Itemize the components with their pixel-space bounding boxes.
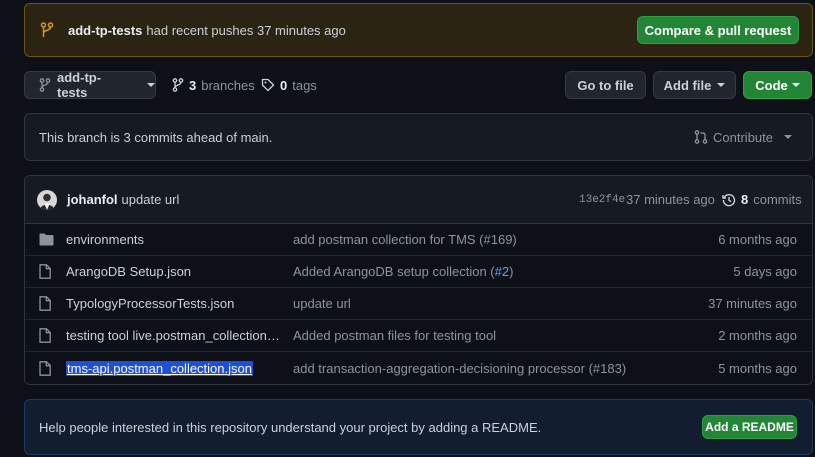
recent-push-banner: add-tp-tests had recent pushes 37 minutes… — [24, 3, 813, 57]
file-commit-message[interactable]: Added ArangoDB setup collection (#2) — [293, 264, 513, 279]
table-row: TypologyProcessorTests.json update url 3… — [25, 288, 812, 320]
file-commit-date: 2 months ago — [718, 328, 797, 343]
readme-prompt-message: Help people interested in this repositor… — [39, 419, 542, 435]
file-icon — [39, 360, 51, 376]
chevron-down-icon — [717, 83, 726, 87]
tag-icon — [261, 78, 275, 92]
file-commit-message-end: ) — [509, 264, 514, 279]
history-icon — [722, 193, 736, 207]
table-row: ArangoDB Setup.json Added ArangoDB setup… — [25, 256, 812, 288]
file-table: johanfol update url 13e2f4e 37 minutes a… — [24, 175, 813, 385]
file-name-link[interactable]: TypologyProcessorTests.json — [66, 296, 281, 311]
git-branch-icon — [172, 78, 184, 92]
contribute-dropdown[interactable]: Contribute — [694, 130, 792, 145]
avatar[interactable] — [37, 189, 57, 210]
add-readme-button[interactable]: Add a README — [702, 415, 797, 439]
repo-toolbar: add-tp-tests 3 branches 0 tags Go to fil… — [24, 70, 813, 100]
file-commit-message[interactable]: update url — [293, 296, 351, 311]
go-to-file-button[interactable]: Go to file — [565, 71, 646, 99]
file-name-link[interactable]: testing tool live.postman_collection.js.… — [66, 328, 281, 343]
file-name-link[interactable]: environments — [66, 232, 281, 247]
table-row: testing tool live.postman_collection.js.… — [25, 320, 812, 352]
commits-label: commits — [753, 192, 802, 207]
recent-push-message: add-tp-tests had recent pushes 37 minutes… — [68, 23, 346, 38]
file-commit-message[interactable]: add transaction-aggregation-decisioning … — [293, 361, 626, 376]
tags-label: tags — [292, 77, 317, 93]
tags-link[interactable]: 0 tags — [261, 71, 317, 99]
table-row: tms-api.postman_collection.json add tran… — [25, 352, 812, 384]
add-file-label: Add file — [663, 77, 712, 93]
table-row: environments add postman collection for … — [25, 224, 812, 256]
file-commit-date: 6 months ago — [718, 232, 797, 247]
branch-selector-label: add-tp-tests — [57, 70, 102, 100]
commits-count: 8 — [741, 192, 749, 207]
file-commit-message[interactable]: add postman collection for TMS (#169) — [293, 232, 517, 247]
pull-request-link[interactable]: #2 — [495, 264, 509, 279]
branches-count: 3 — [189, 77, 197, 93]
commits-history-link[interactable]: 8 commits — [722, 192, 802, 207]
chevron-down-icon — [791, 83, 800, 87]
branch-ahead-message: This branch is 3 commits ahead of main. — [39, 129, 273, 145]
branch-status-box: This branch is 3 commits ahead of main. … — [24, 113, 813, 161]
push-time-text: had recent pushes 37 minutes ago — [146, 22, 346, 38]
file-commit-date: 5 months ago — [718, 360, 797, 376]
commit-message[interactable]: update url — [122, 192, 180, 207]
chevron-down-icon — [147, 83, 155, 87]
latest-commit-bar: johanfol update url 13e2f4e 37 minutes a… — [25, 176, 812, 224]
git-branch-icon — [40, 22, 54, 38]
commit-time: 37 minutes ago — [626, 192, 715, 207]
branches-label: branches — [201, 77, 255, 93]
tags-count: 0 — [280, 77, 288, 93]
file-icon — [39, 296, 51, 311]
file-name-link-selected[interactable]: tms-api.postman_collection.json — [66, 360, 253, 376]
file-commit-message[interactable]: Added postman files for testing tool — [293, 328, 496, 343]
commit-sha[interactable]: 13e2f4e — [579, 194, 625, 206]
branches-link[interactable]: 3 branches — [172, 71, 255, 99]
file-commit-date: 37 minutes ago — [708, 296, 797, 311]
code-button-label: Code — [755, 77, 788, 93]
file-commit-message-text: Added ArangoDB setup collection ( — [293, 264, 495, 279]
contribute-label: Contribute — [713, 129, 773, 145]
pull-request-icon — [694, 130, 708, 144]
file-name-link[interactable]: ArangoDB Setup.json — [66, 264, 281, 279]
git-branch-icon — [39, 78, 51, 92]
file-icon — [39, 264, 51, 279]
chevron-down-icon — [784, 135, 792, 139]
add-file-button[interactable]: Add file — [653, 71, 736, 99]
pushed-branch-name[interactable]: add-tp-tests — [68, 23, 142, 38]
file-icon — [39, 328, 51, 343]
folder-icon — [39, 233, 54, 246]
compare-pull-request-button[interactable]: Compare & pull request — [637, 16, 799, 44]
commit-author[interactable]: johanfol — [67, 192, 118, 207]
code-button[interactable]: Code — [743, 71, 812, 99]
readme-prompt: Help people interested in this repositor… — [24, 399, 813, 455]
branch-selector[interactable]: add-tp-tests — [24, 70, 156, 100]
file-commit-date: 5 days ago — [733, 264, 797, 279]
